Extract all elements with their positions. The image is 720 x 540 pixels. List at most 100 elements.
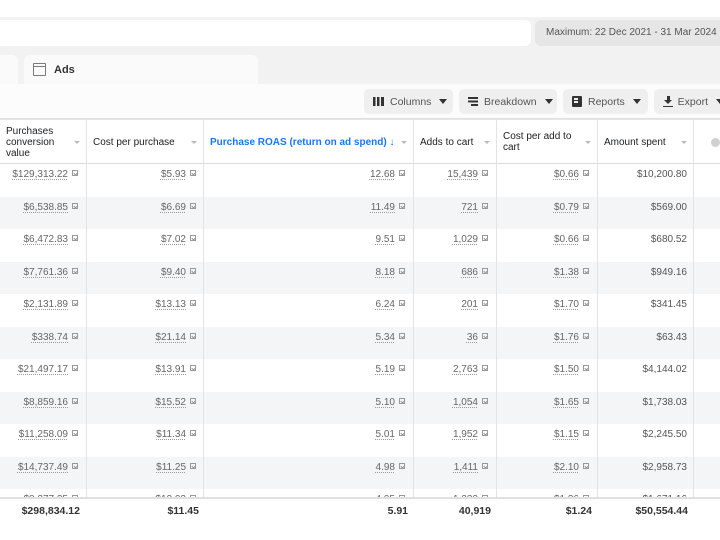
cell-adds-to-cart[interactable]: 721 xyxy=(461,202,488,213)
column-header-cost-per-add-to-cart[interactable]: Cost per add to cart xyxy=(497,120,597,164)
cell-purchase-roas[interactable]: 8.18 xyxy=(376,267,405,278)
cell-cost-per-add-to-cart[interactable]: $1.50 xyxy=(554,364,589,375)
columns-button[interactable]: Columns xyxy=(364,89,453,114)
comparison-icon xyxy=(482,365,488,371)
cell-cost-per-purchase[interactable]: $9.40 xyxy=(161,267,196,278)
add-column-icon[interactable] xyxy=(711,138,720,147)
table-row[interactable]: $2,131.89 $13.13 6.24 201 $1.70 $341.45 xyxy=(0,294,720,327)
cell-cost-per-add-to-cart[interactable]: $0.66 xyxy=(554,169,589,180)
cell-cost-per-purchase[interactable]: $15.52 xyxy=(155,397,196,408)
date-range-picker[interactable]: Maximum: 22 Dec 2021 - 31 Mar 2024 xyxy=(535,20,720,46)
cell-cost-per-add-to-cart[interactable]: $1.70 xyxy=(554,299,589,310)
cell-cost-per-add-to-cart[interactable]: $1.38 xyxy=(554,267,589,278)
cell-adds-to-cart[interactable]: 1,952 xyxy=(453,429,488,440)
cell-purchases-conversion-value[interactable]: $6,472.83 xyxy=(24,234,78,245)
cell-cost-per-add-to-cart[interactable]: $0.79 xyxy=(554,202,589,213)
comparison-icon xyxy=(190,170,196,176)
cell-purchases-conversion-value[interactable]: $129,313.22 xyxy=(12,169,78,180)
cell-cost-per-purchase[interactable]: $13.91 xyxy=(155,364,196,375)
table-row[interactable]: $338.74 $21.14 5.34 36 $1.76 $63.43 xyxy=(0,326,720,359)
reports-button[interactable]: Reports xyxy=(563,89,648,114)
column-header-adds-to-cart[interactable]: Adds to cart xyxy=(414,120,496,164)
cell-adds-to-cart[interactable]: 1,411 xyxy=(454,462,488,473)
cell-cost-per-add-to-cart[interactable]: $0.66 xyxy=(554,234,589,245)
cell-purchases-conversion-value[interactable]: $14,737.49 xyxy=(18,462,78,473)
cell-adds-to-cart[interactable]: 15,439 xyxy=(447,169,488,180)
cell-adds-to-cart[interactable]: 1,054 xyxy=(453,397,488,408)
table-row[interactable]: $6,538.85 $6.69 11.49 721 $0.79 $569.00 xyxy=(0,196,720,229)
table-row[interactable]: $21,497.17 $13.91 5.19 2,763 $1.50 $4,144.02 xyxy=(0,359,720,392)
column-header-purchase-roas[interactable]: Purchase ROAS (return on ad spend) ↓ xyxy=(204,120,413,164)
cell-purchase-roas[interactable]: 11.49 xyxy=(371,202,405,213)
cell-cost-per-purchase[interactable]: $7.02 xyxy=(161,234,196,245)
tab-ads[interactable]: Ads xyxy=(24,55,258,84)
column-header-amount-spent[interactable]: Amount spent xyxy=(598,120,693,164)
cell-cost-per-add-to-cart[interactable]: $2.10 xyxy=(554,462,589,473)
table-row[interactable]: $11,258.09 $11.34 5.01 1,952 $1.15 $2,245.50 xyxy=(0,424,720,457)
comparison-icon xyxy=(399,267,405,274)
cell-purchases-conversion-value[interactable]: $11,258.09 xyxy=(19,429,78,440)
cell-cost-per-purchase[interactable]: $11.34 xyxy=(156,429,196,440)
comparison-icon xyxy=(190,365,196,371)
cell-purchases-conversion-value[interactable]: $338.74 xyxy=(32,332,78,343)
cell-adds-to-cart[interactable]: 201 xyxy=(461,299,488,310)
column-header-cost-per-purchase[interactable]: Cost per purchase xyxy=(87,120,203,164)
tab-previous-level[interactable] xyxy=(0,55,18,84)
sort-icon[interactable] xyxy=(585,141,591,144)
export-button[interactable]: Export xyxy=(654,89,720,114)
cell-cost-per-purchase[interactable]: $13.13 xyxy=(155,299,196,310)
sort-icon[interactable] xyxy=(681,141,687,144)
comparison-icon xyxy=(399,202,405,209)
total-purchase-roas: 5.91 xyxy=(387,505,408,517)
cell-purchase-roas[interactable]: 6.24 xyxy=(376,299,405,310)
cell-purchase-roas[interactable]: 5.01 xyxy=(376,429,405,440)
breakdown-button[interactable]: Breakdown xyxy=(459,89,557,114)
cell-cost-per-purchase[interactable]: $5.93 xyxy=(161,169,196,180)
total-cost-per-purchase: $11.45 xyxy=(167,505,199,517)
cell-cost-per-purchase[interactable]: $11.25 xyxy=(156,462,196,473)
column-divider xyxy=(203,119,204,523)
comparison-icon xyxy=(190,397,196,404)
table-row[interactable]: $6,472.83 $7.02 9.51 1,029 $0.66 $680.52 xyxy=(0,229,720,262)
breakdown-label: Breakdown xyxy=(484,95,537,108)
cell-cost-per-add-to-cart[interactable]: $1.76 xyxy=(554,332,589,343)
cell-purchases-conversion-value[interactable]: $6,538.85 xyxy=(24,202,78,213)
table-row[interactable]: $14,737.49 $11.25 4.98 1,411 $2.10 $2,958.73 xyxy=(0,456,720,489)
cell-adds-to-cart[interactable]: 2,763 xyxy=(453,364,488,375)
sort-icon[interactable] xyxy=(401,141,407,144)
comparison-icon xyxy=(482,332,488,339)
cell-purchases-conversion-value[interactable]: $2,131.89 xyxy=(24,299,78,310)
comparison-icon xyxy=(583,462,589,469)
comparison-icon xyxy=(583,170,589,176)
comparison-icon xyxy=(190,462,196,469)
cell-purchases-conversion-value[interactable]: $8,859.16 xyxy=(24,397,78,408)
cell-cost-per-add-to-cart[interactable]: $1.65 xyxy=(554,397,589,408)
comparison-icon xyxy=(482,202,488,209)
comparison-icon xyxy=(583,397,589,404)
cell-purchases-conversion-value[interactable]: $7,761.36 xyxy=(24,267,78,278)
cell-cost-per-purchase[interactable]: $6.69 xyxy=(161,202,196,213)
search-filter-input[interactable] xyxy=(0,20,531,46)
column-header-purchases-conversion-value[interactable]: Purchases conversion value xyxy=(0,120,86,164)
cell-purchase-roas[interactable]: 5.19 xyxy=(376,364,405,375)
cell-purchase-roas[interactable]: 9.51 xyxy=(376,234,405,245)
cell-adds-to-cart[interactable]: 1,029 xyxy=(453,234,488,245)
total-cost-per-add-to-cart: $1.24 xyxy=(565,505,592,517)
cell-adds-to-cart[interactable]: 686 xyxy=(461,267,488,278)
sort-icon[interactable] xyxy=(484,141,490,144)
table-row[interactable]: $7,761.36 $9.40 8.18 686 $1.38 $949.16 xyxy=(0,261,720,294)
sort-icon[interactable] xyxy=(74,141,80,144)
cell-purchase-roas[interactable]: 12.68 xyxy=(370,169,405,180)
cell-purchases-conversion-value[interactable]: $21,497.17 xyxy=(18,364,78,375)
cell-cost-per-add-to-cart[interactable]: $1.15 xyxy=(554,429,589,440)
cell-purchase-roas[interactable]: 4.98 xyxy=(376,462,405,473)
total-amount-spent: $50,554.44 xyxy=(635,505,688,517)
cell-purchase-roas[interactable]: 5.34 xyxy=(376,332,405,343)
comparison-icon xyxy=(72,170,78,176)
sort-icon[interactable] xyxy=(191,141,197,144)
cell-adds-to-cart[interactable]: 36 xyxy=(467,332,488,343)
table-row[interactable]: $8,859.16 $15.52 5.10 1,054 $1.65 $1,738.03 xyxy=(0,391,720,424)
cell-cost-per-purchase[interactable]: $21.14 xyxy=(155,332,196,343)
table-row[interactable]: $129,313.22 $5.93 12.68 15,439 $0.66 $10,200.… xyxy=(0,164,720,197)
cell-purchase-roas[interactable]: 5.10 xyxy=(376,397,405,408)
